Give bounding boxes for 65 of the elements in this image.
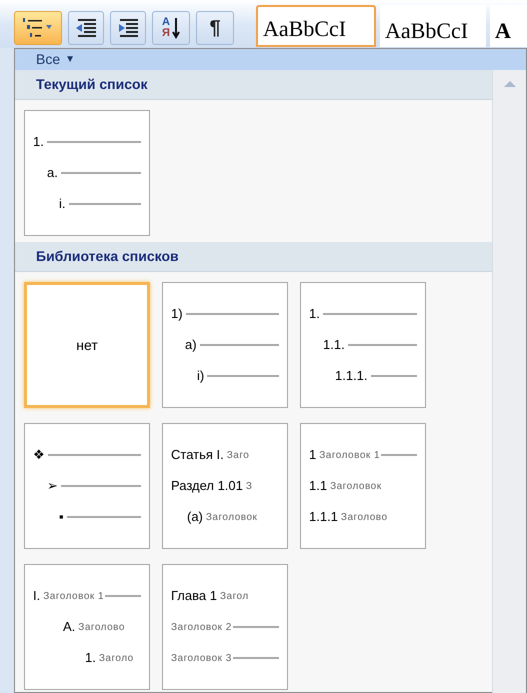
indent-button[interactable]	[110, 11, 146, 45]
show-formatting-button[interactable]: ¶	[196, 11, 234, 45]
list-style-tile[interactable]: 1) a) i)	[162, 282, 288, 408]
list-style-tile[interactable]: 1. a. i.	[24, 110, 150, 236]
list-marker: Статья I.	[171, 446, 224, 464]
list-marker: 1	[309, 446, 316, 464]
list-marker: 1.1.1.	[335, 367, 368, 386]
list-marker: Раздел 1.01	[171, 477, 243, 496]
filter-button[interactable]: Все ▼	[15, 49, 526, 70]
list-marker: i.	[59, 195, 66, 214]
list-marker: 1.	[309, 305, 320, 324]
scroll-up-icon	[502, 80, 516, 88]
style-preview[interactable]: AaBbCcI	[380, 5, 486, 47]
list-marker: ❖	[33, 446, 45, 464]
dropdown-arrow: ▼	[65, 53, 76, 67]
heading-text: Заголово	[340, 510, 388, 524]
heading-text: Заголовок 2	[171, 620, 232, 634]
heading-text: Загол	[220, 590, 249, 604]
list-style-tile[interactable]: 1 Заголовок 1 1.1 Заголовок 1.1.1 Заголово	[300, 423, 426, 549]
heading-text: Заголовок 3	[171, 652, 232, 666]
heading-text: Заголовок 1	[319, 448, 380, 462]
list-marker: Глава 1	[171, 587, 217, 606]
outdent-button[interactable]	[68, 11, 104, 45]
multilevel-list-icon	[21, 16, 55, 40]
tile-label: нет	[76, 336, 98, 354]
list-marker: (a)	[187, 508, 203, 526]
heading-text: Заголовок	[206, 510, 258, 524]
list-style-tile[interactable]: Статья I. Заго Раздел 1.01 З (a) Заголовок	[162, 423, 288, 549]
section-header: Библиотека списков	[15, 242, 492, 272]
list-marker: ➢	[47, 477, 58, 496]
list-style-tile[interactable]: Глава 1 Загол Заголовок 2 Заголовок 3	[162, 564, 288, 690]
list-marker: 1.	[33, 133, 44, 152]
list-marker: a.	[47, 164, 58, 182]
style-preview[interactable]: AaBbCcI	[256, 5, 376, 47]
style-preview[interactable]: A	[490, 5, 527, 47]
increase-indent-icon	[116, 17, 140, 39]
heading-text: Заголо	[98, 652, 134, 666]
section-header: Текущий список	[15, 70, 492, 100]
scrollbar[interactable]	[492, 70, 526, 693]
list-marker: 1.1.1	[309, 508, 338, 526]
multilevel-button[interactable]	[14, 11, 62, 45]
list-marker: 1.1	[309, 477, 328, 496]
list-marker: A.	[63, 618, 76, 636]
list-style-tile[interactable]: ❖ ➢ ▪	[24, 423, 150, 549]
list-marker: a)	[185, 336, 197, 354]
sort-letter: А	[162, 17, 170, 28]
heading-text: Заголовок 1	[43, 590, 104, 604]
list-marker: I.	[33, 587, 40, 606]
filter-label: Все	[36, 50, 60, 69]
heading-text: Заголово	[78, 620, 125, 634]
sort-letter: Я	[162, 28, 170, 39]
heading-text: Заголовок	[330, 480, 382, 494]
list-marker: i)	[197, 367, 204, 386]
list-marker: ▪	[59, 508, 64, 526]
down-arrow-icon	[172, 17, 180, 39]
heading-text: З	[246, 480, 252, 494]
sort-button[interactable]: А Я	[152, 11, 190, 45]
list-style-tile[interactable]: нет	[24, 282, 150, 408]
list-marker: 1.	[85, 649, 96, 668]
heading-text: Заго	[226, 448, 250, 462]
list-marker: 1.1.	[323, 336, 345, 354]
list-style-tile[interactable]: 1.1.1. 1.1.1.	[300, 282, 426, 408]
list-style-tile[interactable]: I. Заголовок 1 A. Заголово 1. Заголо	[24, 564, 150, 690]
decrease-indent-icon	[74, 17, 98, 39]
list-marker: 1)	[171, 305, 183, 324]
